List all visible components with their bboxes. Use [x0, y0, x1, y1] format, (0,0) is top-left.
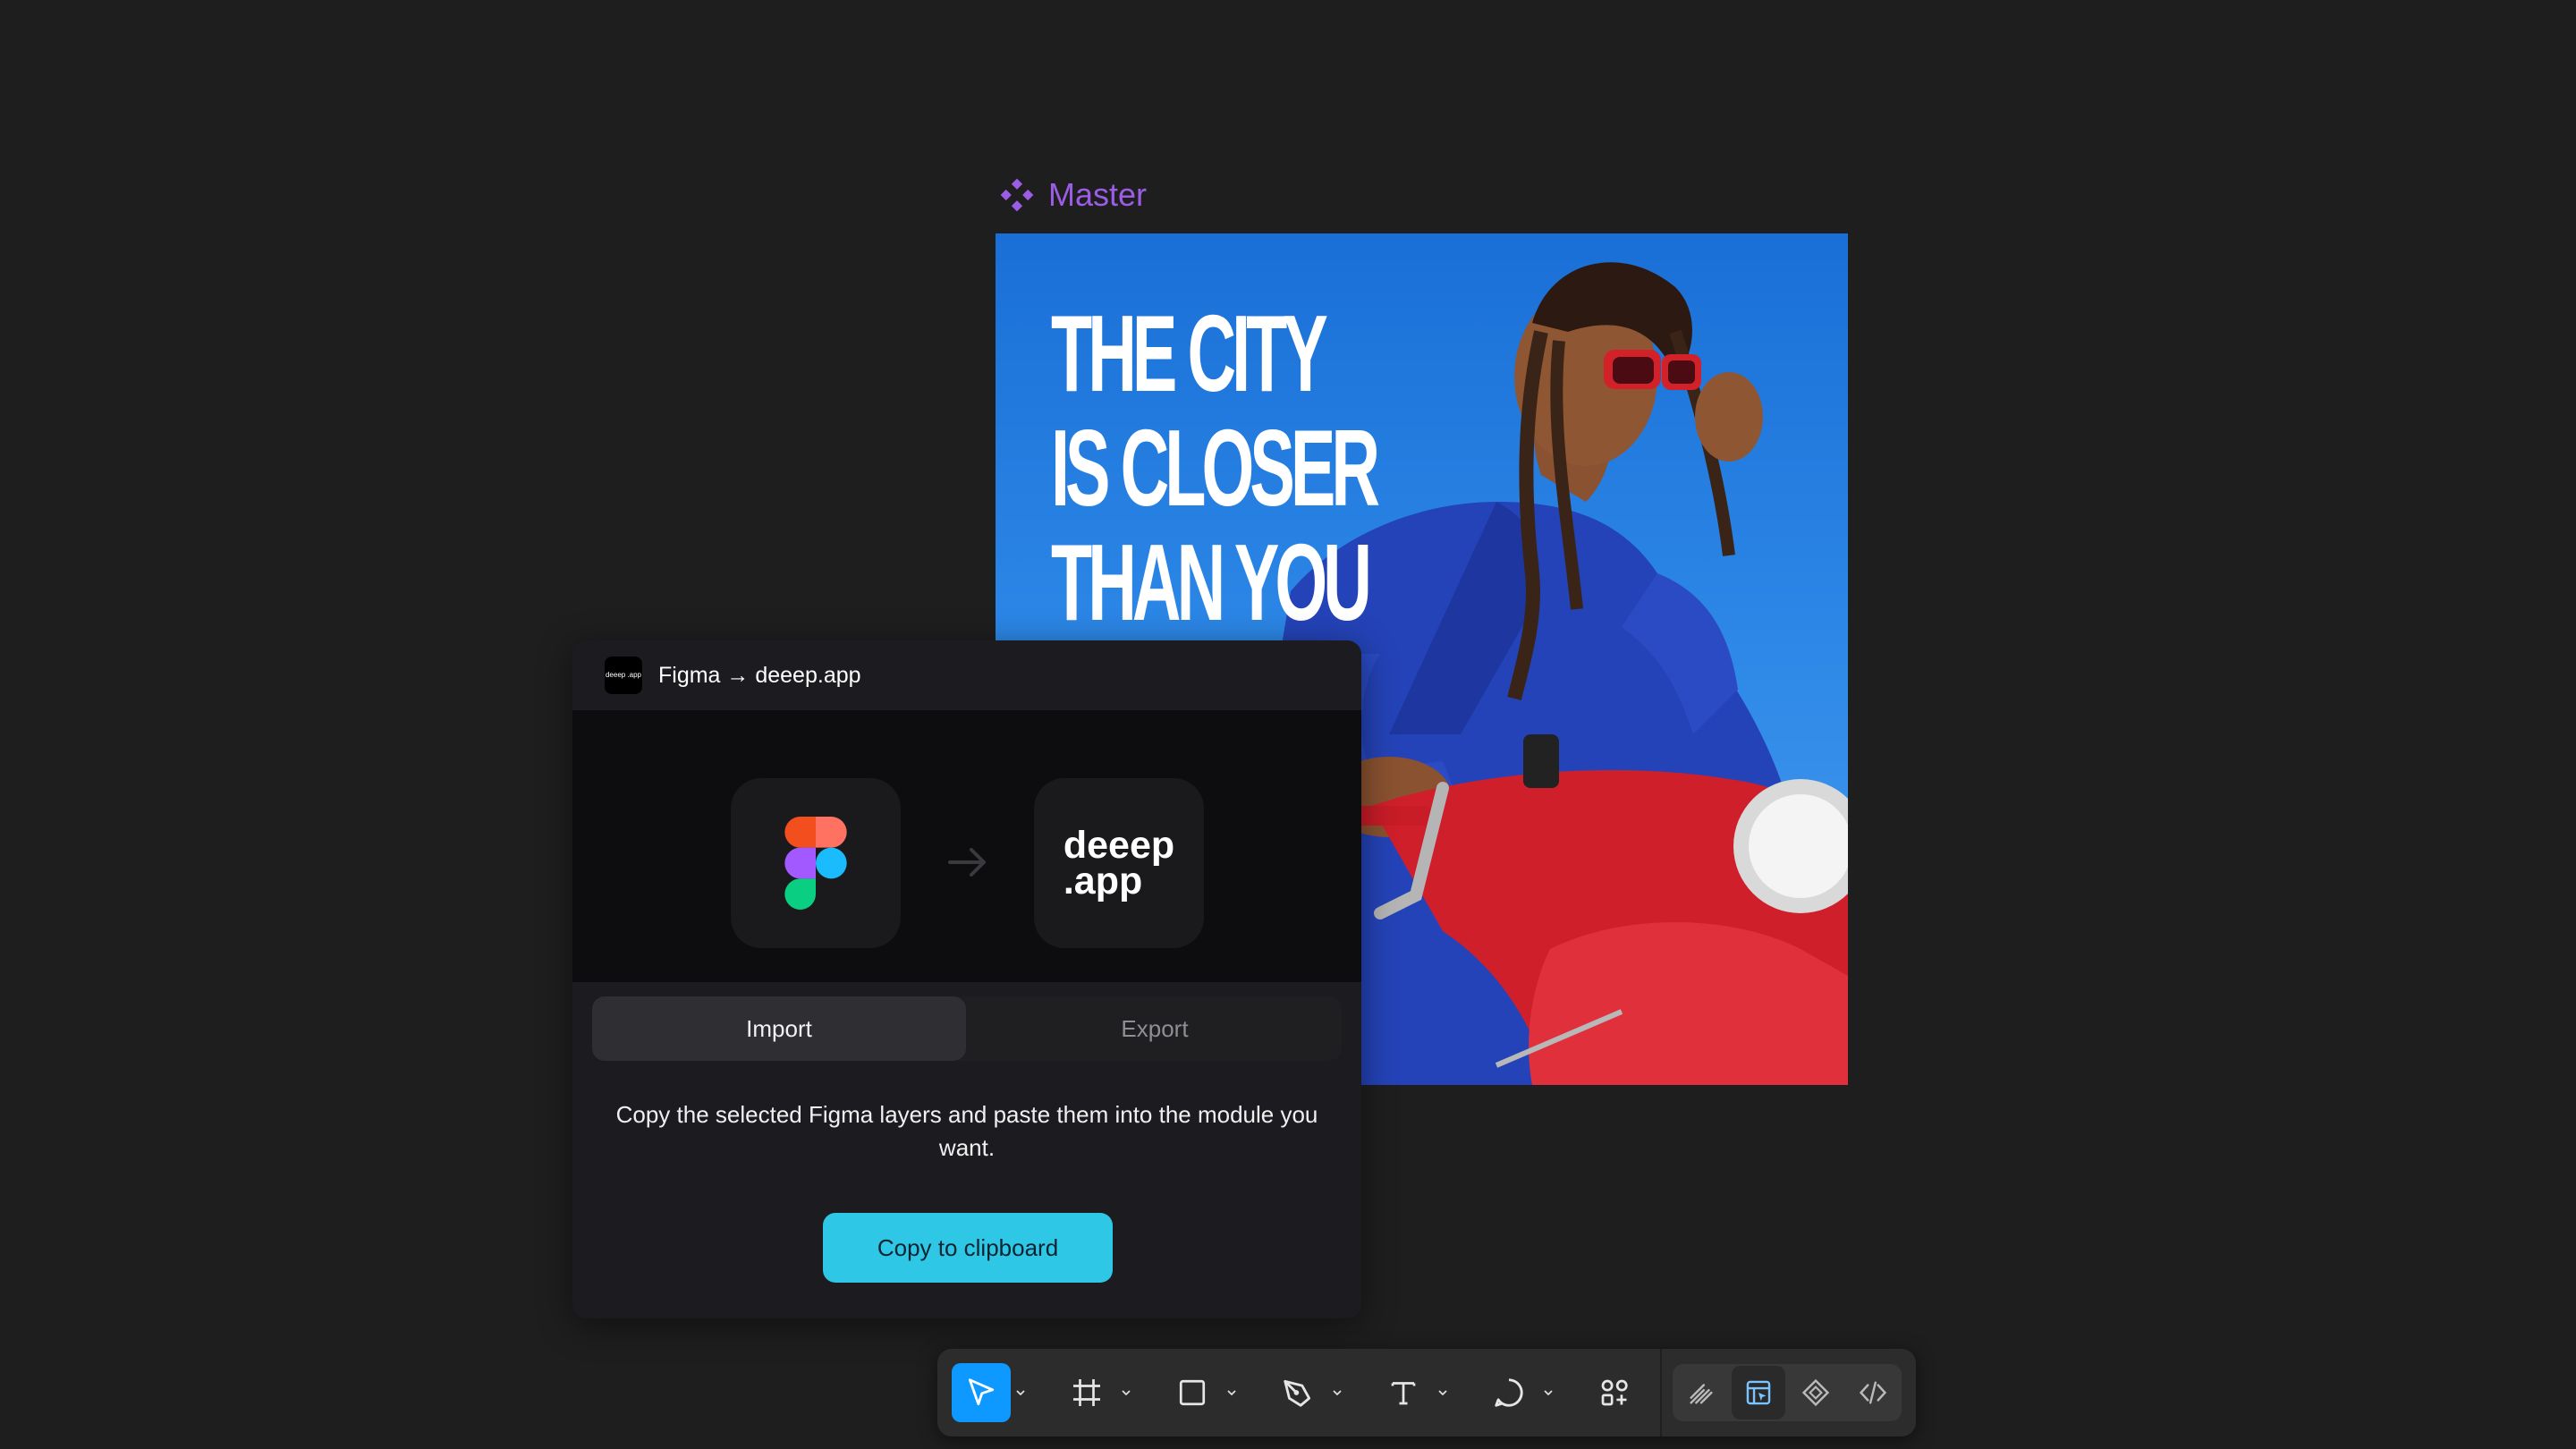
text-tool-menu[interactable] — [1433, 1364, 1453, 1421]
arrow-right-icon — [946, 844, 989, 890]
figma-logo-icon — [784, 817, 847, 910]
rectangle-icon — [1179, 1379, 1206, 1406]
headline-line-2: IS CLOSER — [1051, 407, 1380, 529]
frame-label[interactable]: Master — [998, 174, 1147, 216]
code-brackets-icon — [1859, 1381, 1887, 1404]
deeep-app-icon: deeep .app — [605, 657, 642, 694]
figma-tile — [731, 778, 901, 948]
deeep-logo: deeep .app — [1063, 824, 1175, 902]
import-description: Copy the selected Figma layers and paste… — [615, 1101, 1318, 1161]
chevron-down-icon — [1016, 1390, 1025, 1396]
plugin-header[interactable]: deeep .app Figma → deeep.app — [572, 640, 1361, 710]
frame-name: Master — [1048, 176, 1148, 213]
chevron-down-icon — [1122, 1390, 1131, 1396]
frame-tool-button[interactable] — [1057, 1363, 1116, 1422]
text-t-icon — [1391, 1382, 1416, 1405]
deeep-logo-line-1: deeep — [1063, 824, 1175, 867]
pen-tool[interactable] — [1268, 1364, 1347, 1421]
app-icon-text: deeep .app — [605, 671, 642, 679]
move-tool-button[interactable] — [952, 1363, 1011, 1422]
dev-mode-button[interactable] — [1846, 1366, 1900, 1419]
plugin-title: Figma → deeep.app — [658, 662, 861, 688]
chevron-down-icon — [1333, 1390, 1342, 1396]
bottom-toolbar — [937, 1349, 1916, 1436]
design-mode-button[interactable] — [1732, 1366, 1785, 1419]
frame-tool-menu[interactable] — [1116, 1364, 1136, 1421]
chevron-down-icon — [1544, 1390, 1553, 1396]
comment-tool-button[interactable] — [1479, 1363, 1538, 1422]
plugin-hero: deeep .app — [572, 710, 1361, 982]
shape-tool-menu[interactable] — [1222, 1364, 1241, 1421]
comment-tool[interactable] — [1479, 1364, 1558, 1421]
copy-to-clipboard-button[interactable]: Copy to clipboard — [823, 1213, 1113, 1283]
pen-tool-menu[interactable] — [1327, 1364, 1347, 1421]
mode-tabs: Import Export — [592, 996, 1342, 1061]
deeep-logo-line-2: .app — [1063, 860, 1143, 902]
deeep-tile: deeep .app — [1034, 778, 1204, 948]
component-icon — [1000, 178, 1034, 212]
move-tool[interactable] — [952, 1363, 1030, 1422]
pen-tool-button[interactable] — [1268, 1363, 1327, 1422]
chevron-down-icon — [1438, 1390, 1447, 1396]
components-mode-button[interactable] — [1789, 1366, 1843, 1419]
chevron-down-icon — [1227, 1390, 1236, 1396]
shapes-plus-icon — [1601, 1379, 1628, 1406]
actions-tool[interactable] — [1585, 1364, 1644, 1421]
text-tool[interactable] — [1374, 1364, 1453, 1421]
tab-export[interactable]: Export — [968, 996, 1342, 1061]
shape-tool-button[interactable] — [1163, 1363, 1222, 1422]
plugin-window: deeep .app Figma → deeep.app deeep .app … — [572, 640, 1361, 1318]
comment-tool-menu[interactable] — [1538, 1364, 1558, 1421]
actions-tool-button[interactable] — [1585, 1363, 1644, 1422]
draw-mode-button[interactable] — [1674, 1366, 1728, 1419]
move-tool-menu[interactable] — [1011, 1364, 1030, 1421]
comment-bubble-icon — [1495, 1378, 1523, 1407]
poster-headline: THE CITY IS CLOSER THAN YOU — [1051, 292, 1380, 643]
frame-tool[interactable] — [1057, 1364, 1136, 1421]
frame-hash-icon — [1073, 1379, 1100, 1406]
mode-switcher — [1673, 1364, 1902, 1421]
cursor-icon — [968, 1378, 995, 1406]
headline-line-1: THE CITY — [1051, 292, 1328, 414]
draw-pencil-icon — [1690, 1384, 1713, 1404]
tab-import[interactable]: Import — [592, 996, 966, 1061]
text-tool-button[interactable] — [1374, 1363, 1433, 1422]
design-layout-icon — [1746, 1380, 1771, 1405]
toolbar-divider — [1660, 1349, 1662, 1436]
pen-icon — [1284, 1379, 1311, 1407]
shape-tool[interactable] — [1163, 1364, 1241, 1421]
component-diamond-icon — [1801, 1378, 1830, 1407]
headline-line-3: THAN YOU — [1051, 521, 1372, 643]
